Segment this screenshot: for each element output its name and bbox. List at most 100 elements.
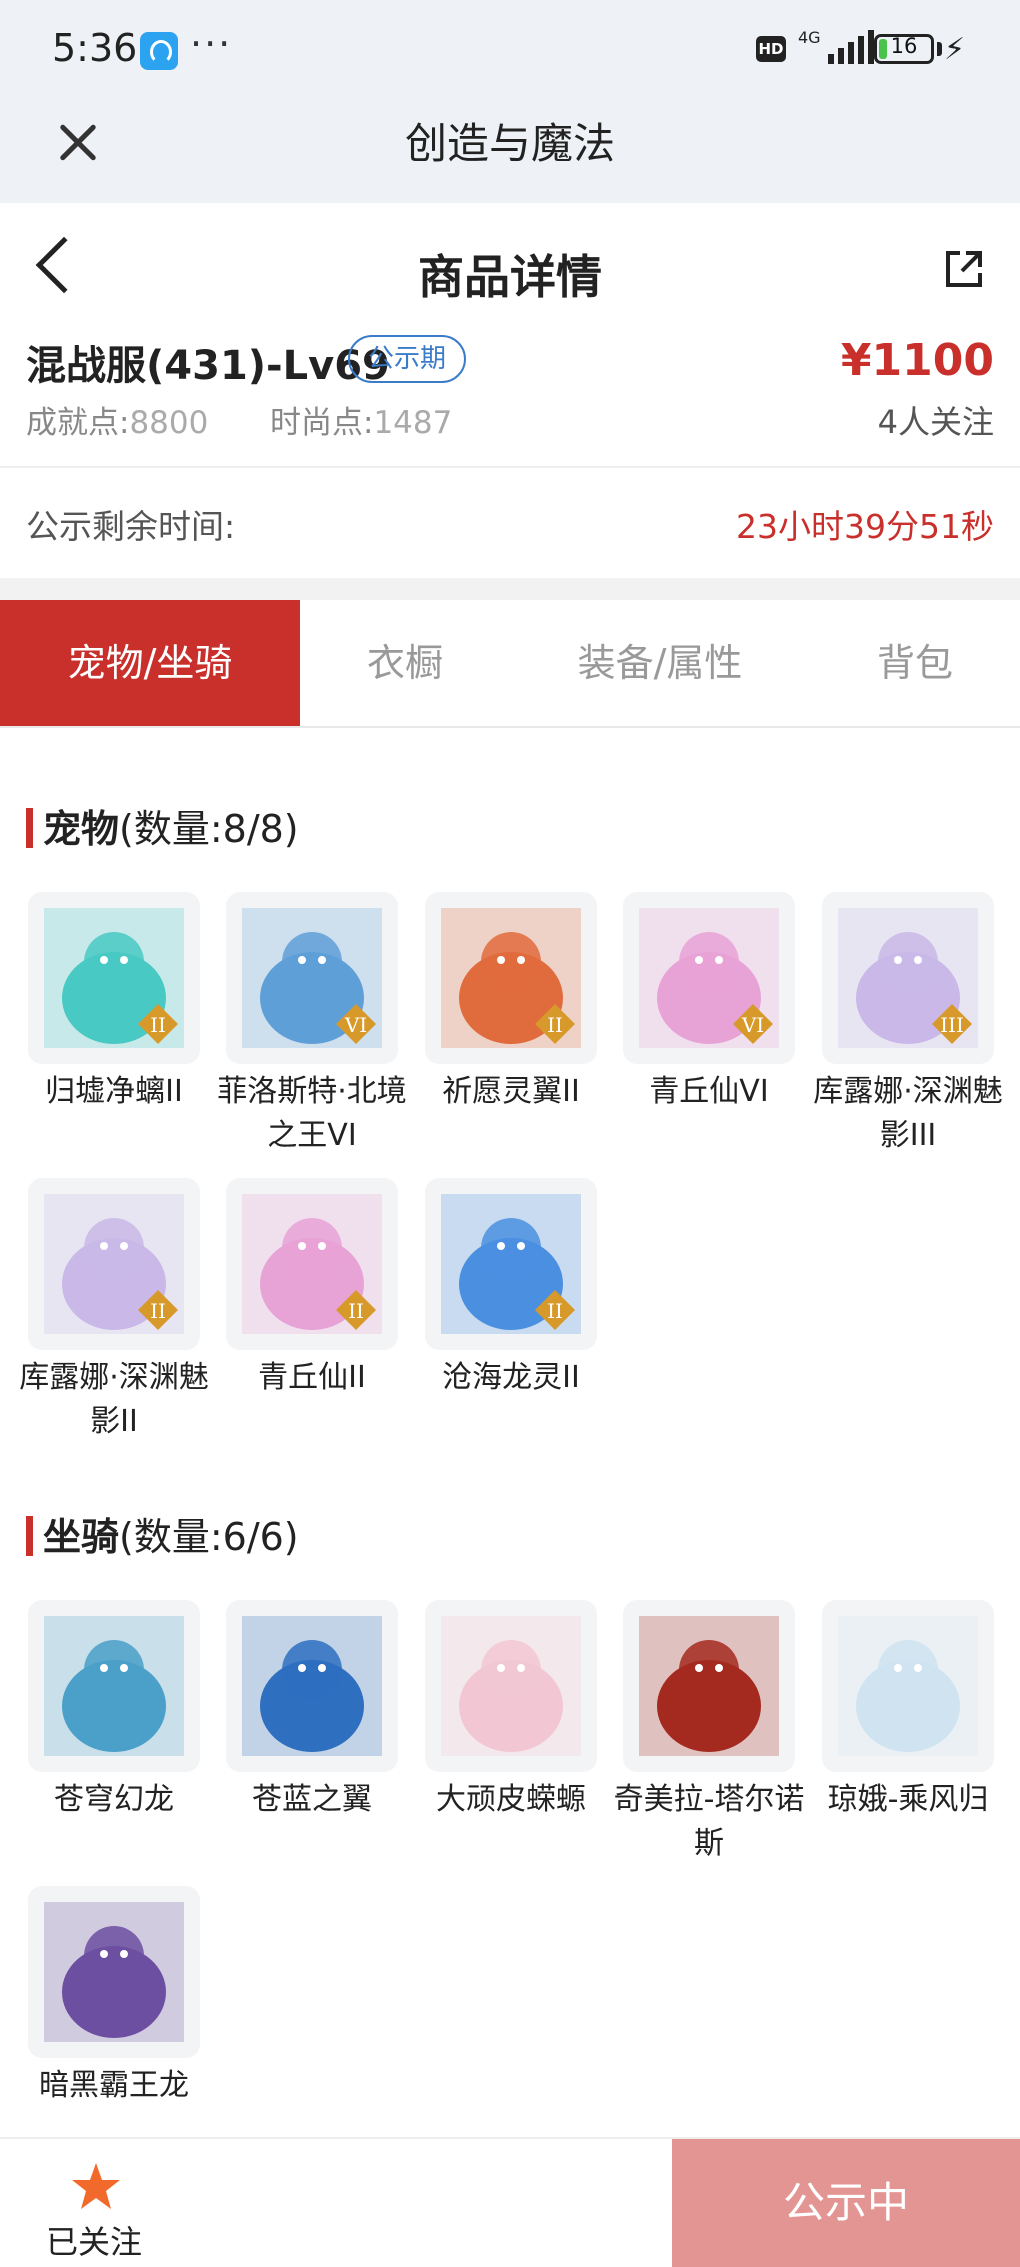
app-icon: [140, 32, 178, 70]
mount-item[interactable]: 苍穹幻龙: [28, 1600, 200, 1822]
pet-name: 库露娜·深渊魅影II: [19, 1360, 209, 1439]
pet-image: VI: [226, 892, 398, 1064]
price: ¥1100: [840, 335, 994, 386]
pet-name: 菲洛斯特·北境之王VI: [217, 1074, 407, 1153]
mount-portrait: [838, 1616, 978, 1756]
pet-portrait: II: [441, 1194, 581, 1334]
pet-item[interactable]: II 祈愿灵翼II: [425, 892, 597, 1114]
section-bar: [26, 1516, 33, 1556]
pet-image: II: [226, 1178, 398, 1350]
achievement-points: 成就点:8800: [26, 397, 208, 442]
pets-section-title: 宠物(数量:8/8): [26, 798, 299, 853]
title-bar: 创造与魔法: [0, 100, 1020, 203]
status-bar: 5:36 ··· HD 4G 16 ⚡: [0, 0, 1020, 100]
pets-count: (数量:8/8): [119, 807, 299, 851]
follower-count: 4人关注: [877, 403, 994, 441]
fashion-value: 1487: [373, 405, 453, 441]
section-gap: [0, 578, 1020, 600]
mount-name: 大顽皮蝾螈: [436, 1782, 586, 1817]
achievement-label: 成就点:: [26, 405, 130, 441]
status-time: 5:36: [52, 26, 138, 70]
mount-portrait: [44, 1616, 184, 1756]
rank-label: II: [547, 1013, 563, 1037]
mounts-title: 坐骑: [43, 1515, 120, 1559]
mount-item[interactable]: 琼娥-乘风归: [822, 1600, 994, 1822]
rank-label: II: [348, 1299, 364, 1323]
fashion-points: 时尚点:1487: [270, 397, 452, 442]
public-timer: 公示剩余时间: 23小时39分51秒: [0, 468, 1020, 578]
rank-label: II: [150, 1299, 166, 1323]
mount-image: [425, 1600, 597, 1772]
mount-image: [28, 1600, 200, 1772]
pet-portrait: II: [44, 1194, 184, 1334]
mount-portrait: [441, 1616, 581, 1756]
rank-label: III: [940, 1013, 964, 1037]
pet-item[interactable]: III 库露娜·深渊魅影III: [813, 892, 1003, 1158]
mount-name: 苍蓝之翼: [252, 1782, 372, 1817]
battery-tip: [937, 42, 942, 56]
rank-label: VI: [344, 1013, 367, 1037]
pet-portrait: II: [441, 908, 581, 1048]
mounts-section-title: 坐骑(数量:6/6): [26, 1506, 299, 1561]
battery-level: 16: [890, 34, 918, 58]
share-icon[interactable]: [944, 249, 984, 289]
pets-title: 宠物: [43, 807, 120, 851]
rank-label: VI: [741, 1013, 764, 1037]
pet-item[interactable]: VI 青丘仙VI: [623, 892, 795, 1114]
mount-item[interactable]: 暗黑霸王龙: [28, 1886, 200, 2108]
pet-portrait: VI: [639, 908, 779, 1048]
timer-value: 23小时39分51秒: [736, 507, 994, 546]
mount-item[interactable]: 奇美拉-塔尔诺斯: [614, 1600, 804, 1866]
tab-pets-mounts[interactable]: 宠物/坐骑: [0, 600, 300, 726]
mount-image: [28, 1886, 200, 2058]
mount-item[interactable]: 苍蓝之翼: [226, 1600, 398, 1822]
mount-image: [226, 1600, 398, 1772]
product-info: 混战服(431)-Lv69 公示期 ¥1100 成就点:8800 时尚点:148…: [0, 333, 1020, 465]
mount-portrait: [44, 1902, 184, 2042]
follow-label[interactable]: 已关注: [46, 2217, 142, 2263]
pet-item[interactable]: II 库露娜·深渊魅影II: [19, 1178, 209, 1444]
achievement-value: 8800: [129, 405, 209, 441]
pet-item[interactable]: II 沧海龙灵II: [425, 1178, 597, 1400]
bottom-bar: 已关注 公示中: [0, 2137, 1020, 2267]
star-icon[interactable]: [70, 2161, 122, 2213]
pet-portrait: III: [838, 908, 978, 1048]
battery-icon: 16: [874, 34, 934, 64]
mount-portrait: [639, 1616, 779, 1756]
pet-image: II: [28, 1178, 200, 1350]
pet-image: VI: [623, 892, 795, 1064]
pet-image: II: [425, 1178, 597, 1350]
app-title: 创造与魔法: [404, 119, 615, 168]
tab-wardrobe[interactable]: 衣橱: [300, 600, 510, 726]
pet-image: II: [28, 892, 200, 1064]
charging-icon: ⚡: [944, 32, 966, 67]
pet-name: 库露娜·深渊魅影III: [813, 1074, 1003, 1153]
pet-portrait: II: [44, 908, 184, 1048]
pet-item[interactable]: II 归墟净螭II: [28, 892, 200, 1114]
rank-label: II: [547, 1299, 563, 1323]
pet-name: 青丘仙II: [258, 1360, 366, 1395]
category-tabs: 宠物/坐骑 衣橱 装备/属性 背包: [0, 600, 1020, 728]
tab-equipment[interactable]: 装备/属性: [530, 600, 790, 726]
public-status-button[interactable]: 公示中: [672, 2139, 1020, 2267]
page-title: 商品详情: [418, 250, 602, 304]
pet-name: 沧海龙灵II: [442, 1360, 580, 1395]
mount-name: 奇美拉-塔尔诺斯: [613, 1782, 805, 1861]
mount-portrait: [242, 1616, 382, 1756]
mount-item[interactable]: 大顽皮蝾螈: [425, 1600, 597, 1822]
network-type: 4G: [798, 28, 821, 47]
mount-image: [822, 1600, 994, 1772]
rank-label: II: [150, 1013, 166, 1037]
server-name: 混战服(431)-Lv69: [26, 343, 390, 389]
nav-bar: 商品详情: [0, 203, 1020, 333]
section-bar: [26, 808, 33, 848]
timer-label: 公示剩余时间:: [26, 507, 236, 546]
pet-item[interactable]: II 青丘仙II: [226, 1178, 398, 1400]
pet-name: 青丘仙VI: [649, 1074, 769, 1109]
mount-name: 苍穹幻龙: [54, 1782, 174, 1817]
fashion-label: 时尚点:: [270, 405, 374, 441]
pet-item[interactable]: VI 菲洛斯特·北境之王VI: [217, 892, 407, 1158]
tab-backpack[interactable]: 背包: [820, 600, 1010, 726]
mount-name: 琼娥-乘风归: [827, 1782, 989, 1817]
mounts-count: (数量:6/6): [119, 1515, 299, 1559]
